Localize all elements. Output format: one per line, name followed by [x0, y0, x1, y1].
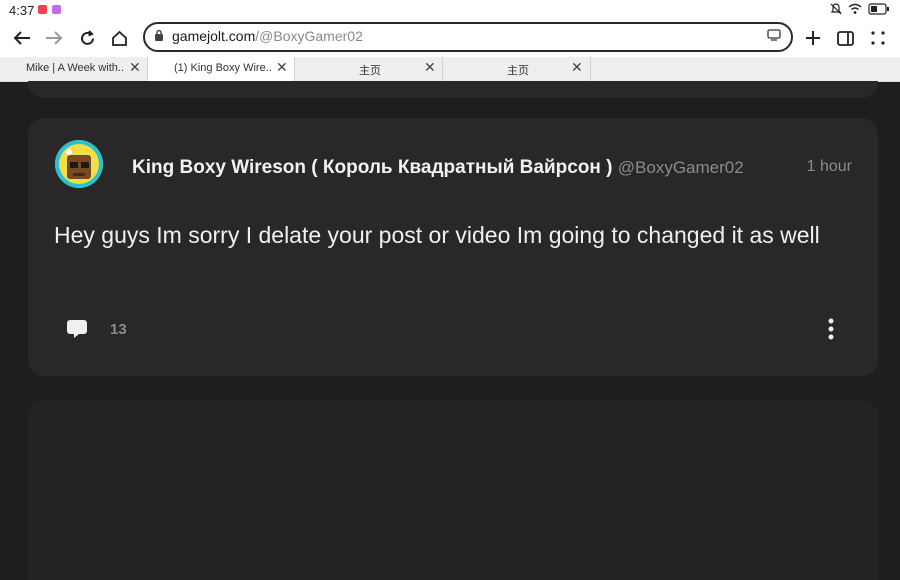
browser-toolbar: gamejolt.com/@BoxyGamer02 [0, 20, 900, 57]
mute-icon [830, 3, 842, 15]
tab-label: 主页 [507, 65, 529, 77]
tab-item[interactable]: 主页 ✕ [295, 57, 443, 81]
tab-label: Mike | A Week with... [26, 62, 124, 74]
post-handle[interactable]: @BoxyGamer02 [618, 158, 744, 177]
post-card[interactable]: King Boxy Wireson ( Король Квадратный Ва… [28, 118, 878, 376]
status-time: 4:37 [9, 3, 35, 18]
more-options-icon[interactable] [828, 318, 834, 340]
url-domain: gamejolt.com [172, 28, 256, 44]
home-button[interactable] [105, 24, 133, 52]
menu-button[interactable] [864, 24, 892, 52]
avatar-image [55, 140, 103, 188]
battery-icon [868, 3, 889, 15]
previous-post-card [28, 81, 878, 98]
next-post-card [28, 400, 878, 580]
grid-dots-icon [871, 31, 885, 45]
wifi-icon [848, 3, 862, 14]
home-icon [111, 30, 127, 46]
address-bar[interactable]: gamejolt.com/@BoxyGamer02 [143, 22, 793, 52]
avatar[interactable] [55, 140, 103, 188]
close-icon[interactable]: ✕ [571, 59, 583, 76]
forward-button[interactable] [40, 24, 68, 52]
status-bar: 4:37 [0, 0, 900, 20]
url-text: gamejolt.com/@BoxyGamer02 [172, 28, 363, 44]
arrow-left-icon [13, 31, 30, 45]
reload-button[interactable] [73, 24, 101, 52]
new-tab-button[interactable] [799, 24, 827, 52]
tab-item[interactable]: (1) King Boxy Wire... ✕ [148, 57, 295, 81]
close-icon[interactable]: ✕ [129, 59, 141, 76]
comment-icon[interactable] [66, 319, 88, 339]
post-time[interactable]: 1 hour [807, 158, 852, 176]
post-content: Hey guys Im sorry I delate your post or … [54, 222, 820, 248]
url-path: /@BoxyGamer02 [255, 28, 363, 44]
system-icons [830, 3, 890, 15]
tab-switcher-button[interactable] [831, 24, 859, 52]
lock-icon [155, 29, 163, 41]
plus-icon [806, 31, 820, 45]
tab-item[interactable]: 主页 ✕ [443, 57, 591, 81]
tab-strip: Mike | A Week with... ✕ (1) King Boxy Wi… [0, 57, 900, 82]
reload-icon [80, 29, 94, 45]
reader-mode-icon[interactable] [767, 29, 781, 41]
post-author[interactable]: King Boxy Wireson ( Король Квадратный Ва… [132, 157, 613, 178]
back-button[interactable] [8, 24, 36, 52]
tab-label: 主页 [359, 65, 381, 77]
tab-label: (1) King Boxy Wire... [174, 62, 272, 74]
post-author-line[interactable]: King Boxy Wireson ( Король Квадратный Ва… [132, 157, 744, 179]
arrow-right-icon [46, 31, 63, 45]
close-icon[interactable]: ✕ [276, 59, 288, 76]
notification-icon [38, 5, 47, 14]
sidebar-icon [836, 30, 854, 46]
notification-icon [52, 5, 61, 14]
tab-item[interactable]: Mike | A Week with... ✕ [0, 57, 148, 81]
close-icon[interactable]: ✕ [424, 59, 436, 76]
comment-count[interactable]: 13 [110, 321, 127, 338]
